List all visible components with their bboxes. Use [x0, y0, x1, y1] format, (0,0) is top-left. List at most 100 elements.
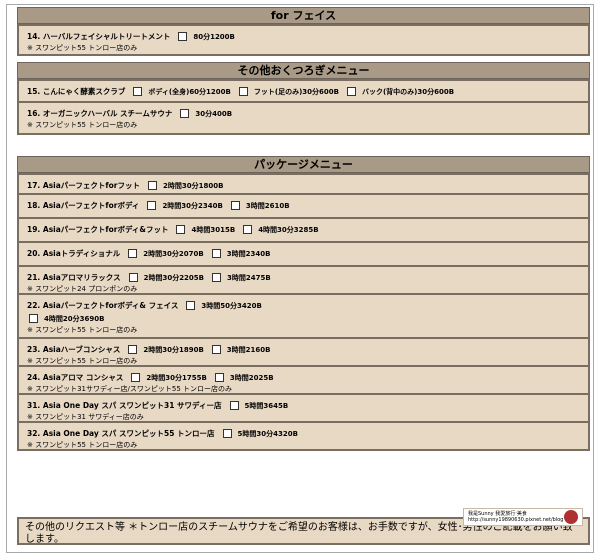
menu-option[interactable]: フット(足のみ)30分600B	[238, 87, 339, 97]
option-label: 4時間30分3285B	[258, 225, 319, 234]
option-label: 2時間30分1800B	[162, 181, 224, 190]
option-checkbox[interactable]	[229, 401, 239, 410]
menu-item-line: 14. ハーバルフェイシャルトリートメント 80分1200B	[27, 30, 582, 43]
option-checkbox[interactable]	[176, 225, 186, 234]
menu-item-title: 15. こんにゃく酵素スクラブ	[27, 87, 126, 96]
option-checkbox[interactable]	[131, 373, 141, 382]
section-heading: その他おくつろぎメニュー	[17, 62, 590, 79]
option-label: 2時間30分2070B	[143, 249, 204, 258]
menu-item-note: ※ スワンピット55 トンロー店のみ	[27, 326, 138, 334]
option-label: 3時間2160B	[226, 345, 271, 354]
option-label: 5時間3645B	[244, 401, 289, 410]
menu-item-line: 23. Asiaハーブコンシャス 2時間30分1890B 3時間2160B	[27, 343, 582, 356]
menu-item-line: 15. こんにゃく酵素スクラブ ボディ(全身)60分1200B フット(足のみ)30…	[27, 85, 582, 98]
option-checkbox[interactable]	[147, 181, 157, 190]
menu-item: 22. Asiaパーフェクトforボディ& フェイス 3時間50分3420B 4時間…	[17, 295, 590, 339]
option-checkbox[interactable]	[186, 301, 196, 310]
menu-option[interactable]: 3時間50分3420B	[186, 301, 262, 311]
menu-option[interactable]: 2時間30分1800B	[147, 181, 224, 191]
option-label: 4時間20分3690B	[44, 314, 105, 323]
menu-item-line: 21. Asiaアロマリラックス 2時間30分2205B 3時間2475B	[27, 271, 582, 284]
menu-item-title: 17. Asiaパーフェクトforフット	[27, 181, 140, 190]
spa-menu-form: for フェイス 14. ハーバルフェイシャルトリートメント 80分1200B ※ ス…	[6, 4, 594, 553]
menu-option[interactable]: 4時間20分3690B	[29, 314, 104, 324]
menu-option[interactable]: 80分1200B	[178, 32, 235, 42]
option-label: ボディ(全身)60分1200B	[148, 87, 231, 96]
menu-section: for フェイス 14. ハーバルフェイシャルトリートメント 80分1200B ※ ス…	[17, 7, 590, 56]
menu-item: 16. オーガニックハーバル スチームサウナ 30分400B ※ スワンピット55 …	[17, 103, 590, 135]
menu-option[interactable]: 5時間30分4320B	[222, 429, 298, 439]
menu-option[interactable]: 2時間30分2340B	[147, 201, 223, 211]
menu-item-note: ※ スワンピット55 トンロー店のみ	[27, 357, 138, 365]
option-label: 3時間2475B	[227, 273, 271, 282]
option-checkbox[interactable]	[128, 249, 138, 258]
menu-option[interactable]: 3時間2340B	[211, 249, 270, 259]
menu-item: 24. Asiaアロマ コンシャス 2時間30分1755B 3時間2025B ※ スワ…	[17, 367, 590, 395]
menu-option[interactable]: 5時間3645B	[229, 401, 289, 411]
option-checkbox[interactable]	[243, 225, 253, 234]
menu-item-title: 22. Asiaパーフェクトforボディ& フェイス	[27, 301, 179, 310]
menu-item-title: 31. Asia One Day スパ スワンピット31 サワディー店	[27, 401, 222, 410]
menu-item-line: 17. Asiaパーフェクトforフット 2時間30分1800B	[27, 179, 582, 192]
menu-option[interactable]: 2時間30分2205B	[128, 273, 205, 283]
menu-item-note: ※ スワンピット55 トンロー店のみ	[27, 44, 138, 52]
menu-option[interactable]: 30分400B	[180, 109, 232, 119]
menu-option[interactable]: ボディ(全身)60分1200B	[133, 87, 231, 97]
menu-item: 17. Asiaパーフェクトforフット 2時間30分1800B	[17, 173, 590, 195]
menu-option[interactable]: 2時間30分1755B	[131, 373, 207, 383]
menu-item: 18. Asiaパーフェクトforボディ 2時間30分2340B 3時間2610B	[17, 195, 590, 219]
option-label: 2時間30分2205B	[143, 273, 205, 282]
menu-option[interactable]: 3時間2160B	[211, 345, 271, 355]
option-label: 4時間3015B	[191, 225, 236, 234]
menu-item-note: ※ スワンピット24 プロンポンのみ	[27, 285, 138, 293]
option-label: 3時間50分3420B	[201, 301, 262, 310]
menu-option[interactable]: 3時間2475B	[212, 273, 271, 283]
watermark-line-2: http://sunny19890630.pixnet.net/blog	[468, 517, 564, 523]
option-checkbox[interactable]	[29, 314, 38, 323]
option-checkbox[interactable]	[128, 345, 138, 354]
menu-item: 20. Asiaトラディショナル 2時間30分2070B 3時間2340B	[17, 243, 590, 267]
option-checkbox[interactable]	[214, 373, 224, 382]
menu-option[interactable]: 3時間2025B	[214, 373, 274, 383]
option-checkbox[interactable]	[211, 345, 221, 354]
menu-item: 19. Asiaパーフェクトforボディ&フット 4時間3015B 4時間30分32…	[17, 219, 590, 243]
menu-option[interactable]: 4時間30分3285B	[243, 225, 319, 235]
option-checkbox[interactable]	[180, 109, 190, 118]
menu-item-line: 16. オーガニックハーバル スチームサウナ 30分400B	[27, 107, 582, 120]
option-checkbox[interactable]	[211, 249, 221, 258]
option-label: バック(背中のみ)30分600B	[361, 87, 455, 96]
option-checkbox[interactable]	[212, 273, 222, 282]
menu-item-title: 16. オーガニックハーバル スチームサウナ	[27, 109, 173, 118]
menu-option[interactable]: 2時間30分2070B	[128, 249, 204, 259]
option-label: 3時間2610B	[245, 201, 290, 210]
menu-section: その他おくつろぎメニュー 15. こんにゃく酵素スクラブ ボディ(全身)60分120…	[17, 62, 590, 135]
menu-option[interactable]: 3時間2610B	[230, 201, 290, 211]
menu-option[interactable]: バック(背中のみ)30分600B	[346, 87, 455, 97]
menu-item-line-2: 4時間20分3690B	[27, 312, 582, 325]
menu-option[interactable]: 4時間3015B	[176, 225, 235, 235]
section-heading: パッケージメニュー	[17, 156, 590, 173]
menu-item-title: 19. Asiaパーフェクトforボディ&フット	[27, 225, 169, 234]
menu-item-title: 21. Asiaアロマリラックス	[27, 273, 121, 282]
option-checkbox[interactable]	[147, 201, 157, 210]
option-checkbox[interactable]	[238, 87, 248, 96]
option-checkbox[interactable]	[133, 87, 143, 96]
seal-icon	[564, 510, 578, 524]
option-checkbox[interactable]	[230, 201, 240, 210]
option-label: フット(足のみ)30分600B	[253, 87, 339, 96]
menu-option[interactable]: 2時間30分1890B	[128, 345, 204, 355]
menu-item-line: 18. Asiaパーフェクトforボディ 2時間30分2340B 3時間2610B	[27, 199, 582, 212]
option-label: 2時間30分1755B	[146, 373, 207, 382]
menu-item-note: ※ スワンピット55 トンロー店のみ	[27, 441, 138, 449]
option-checkbox[interactable]	[128, 273, 138, 282]
watermark-text: 我是Sunny 我愛旅行‧美食 http://sunny19890630.pixn…	[468, 511, 563, 523]
option-checkbox[interactable]	[178, 32, 188, 41]
menu-section: パッケージメニュー 17. Asiaパーフェクトforフット 2時間30分1800B…	[17, 156, 590, 451]
menu-item: 23. Asiaハーブコンシャス 2時間30分1890B 3時間2160B ※ スワン…	[17, 339, 590, 367]
option-label: 5時間30分4320B	[237, 429, 298, 438]
option-label: 80分1200B	[193, 32, 235, 41]
menu-item-title: 20. Asiaトラディショナル	[27, 249, 121, 258]
option-checkbox[interactable]	[222, 429, 232, 438]
menu-item: 32. Asia One Day スパ スワンピット55 トンロー店 5時間30分…	[17, 423, 590, 451]
option-checkbox[interactable]	[346, 87, 356, 96]
